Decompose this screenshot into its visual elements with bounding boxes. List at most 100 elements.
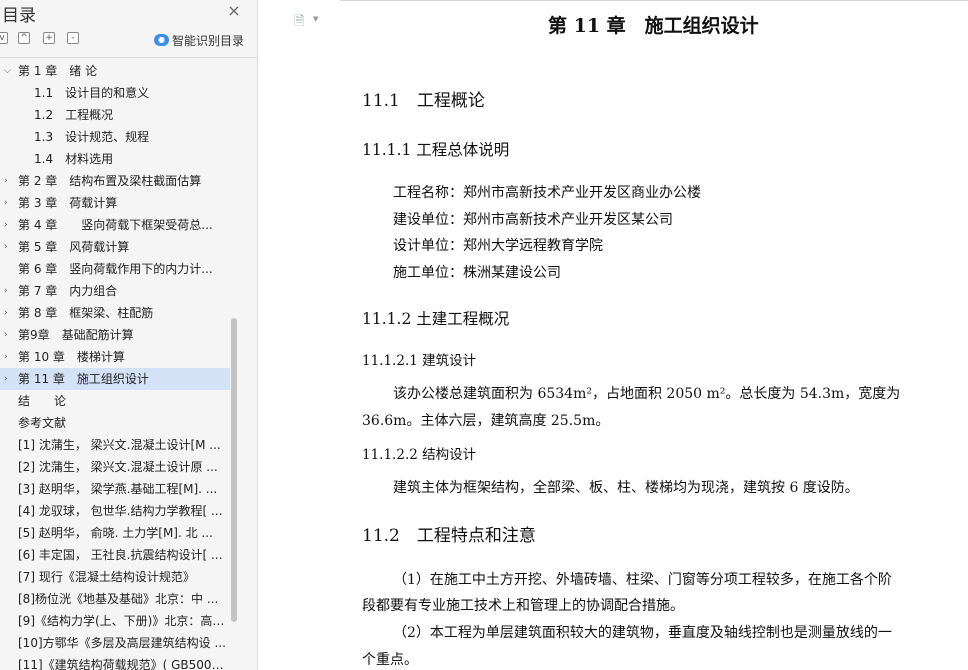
toc-item[interactable]: ⌵ 第 1 章 绪 论 (0, 60, 230, 82)
toc-item-label: [10]方鄂华《多层及高层建筑结构设 ... (18, 636, 226, 650)
toc-item-label: 第9章 基础配筋计算 (18, 328, 134, 342)
toc-item-label: 第 5 章 风荷载计算 (18, 240, 130, 254)
section-heading-11-1: 11.1 工程概论 (362, 91, 485, 111)
page-edge (340, 0, 968, 2)
toc-item[interactable]: › 第 2 章 结构布置及梁柱截面估算 (0, 170, 230, 192)
toc-item-label: 第 1 章 绪 论 (18, 64, 98, 78)
toc-item[interactable]: › 第 10 章 楼梯计算 (0, 346, 230, 368)
feature2-line2: 个重点。 (362, 652, 418, 668)
chevron-right-icon[interactable]: › (4, 346, 14, 368)
toc-item-label: [7] 现行《混凝土结构设计规范》 (18, 570, 195, 584)
toc-header: 目录 × (0, 0, 258, 27)
section-heading-11-1-2-1: 11.1.2.1 建筑设计 (362, 353, 477, 369)
toc-item-label: 第 8 章 框架梁、柱配筋 (18, 306, 154, 320)
close-icon[interactable]: × (226, 2, 242, 20)
toc-item[interactable]: 第 6 章 竖向荷载作用下的内力计... (0, 258, 230, 280)
collapse-up-icon[interactable]: ^ (18, 32, 30, 44)
toc-item[interactable]: 结 论 (0, 390, 230, 412)
chevron-right-icon[interactable]: › (4, 236, 14, 258)
toc-item-label: [11]《建筑结构荷载规范》( GB500 ... (18, 658, 226, 670)
toc-item[interactable]: › 第 3 章 荷载计算 (0, 192, 230, 214)
toc-item[interactable]: › 第 4 章 竖向荷载下框架受荷总... (0, 214, 230, 236)
toc-item[interactable]: 1.3 设计规范、规程 (0, 126, 230, 148)
toc-item-label: 第 4 章 竖向荷载下框架受荷总... (18, 218, 213, 232)
toc-item[interactable]: 1.2 工程概况 (0, 104, 230, 126)
project-name: 工程名称：郑州市高新技术产业开发区商业办公楼 (393, 185, 701, 201)
smart-toc-button[interactable]: ● 智能识别目录 (154, 31, 244, 49)
toc-item-label: 1.4 材料选用 (34, 152, 114, 166)
toc-item-label: 1.3 设计规范、规程 (34, 130, 150, 144)
remove-heading-icon[interactable]: - (67, 32, 79, 44)
document-icon[interactable]: 🗎 (294, 12, 306, 29)
toc-item[interactable]: [11]《建筑结构荷载规范》( GB500 ... (0, 654, 230, 670)
toc-item[interactable]: [7] 现行《混凝土结构设计规范》 (0, 566, 230, 588)
feature2-line1: （2）本工程为单层建筑面积较大的建筑物，垂直度及轴线控制也是测量放线的一 (393, 625, 892, 641)
toc-item-label: 第 6 章 竖向荷载作用下的内力计... (18, 262, 213, 276)
toc-item[interactable]: [4] 龙驭球， 包世华.结构力学教程[ ... (0, 500, 230, 522)
toc-item[interactable]: 1.1 设计目的和意义 (0, 82, 230, 104)
toc-item-label: [5] 赵明华， 俞晓. 土力学[M]. 北 ... (18, 526, 213, 540)
toc-item[interactable]: 参考文献 (0, 412, 230, 434)
chevron-right-icon[interactable]: › (4, 192, 14, 214)
smart-toc-label: 智能识别目录 (172, 33, 245, 48)
toc-list: ⌵ 第 1 章 绪 论 1.1 设计目的和意义 1.2 工程概况 1.3 设计规范、规程… (0, 60, 230, 670)
toc-item-label: [6] 丰定国， 王社良.抗震结构设计[ ... (18, 548, 223, 562)
toc-item[interactable]: [3] 赵明华， 梁学燕.基础工程[M]. ... (0, 478, 230, 500)
toc-item-label: 1.1 设计目的和意义 (34, 86, 150, 100)
toc-sidebar: 目录 × v ^ + - ● 智能识别目录 ⌵ 第 1 章 绪 论 1.1 设计目的… (0, 0, 258, 670)
toc-item[interactable]: 1.4 材料选用 (0, 148, 230, 170)
toc-item[interactable]: [9]《结构力学(上、下册)》北京：高 ... (0, 610, 230, 632)
toc-item-label: 第 2 章 结构布置及梁柱截面估算 (18, 174, 202, 188)
toc-item-label: 第 7 章 内力组合 (18, 284, 118, 298)
check-icon[interactable]: v (0, 32, 8, 44)
toc-item-label: 参考文献 (18, 416, 67, 430)
chapter-title: 第 11 章 施工组织设计 (548, 15, 759, 37)
toc-title: 目录 (2, 6, 36, 26)
section-heading-11-2: 11.2 工程特点和注意 (362, 526, 536, 546)
construction-owner: 建设单位：郑州市高新技术产业开发区某公司 (393, 212, 673, 228)
chevron-down-icon[interactable]: ⌵ (4, 60, 14, 82)
arch-paragraph-line2: 36.6m。主体六层，建筑高度 25.5m。 (362, 413, 610, 429)
toc-item[interactable]: › 第9章 基础配筋计算 (0, 324, 230, 346)
chevron-right-icon[interactable]: › (4, 324, 14, 346)
toc-item-label: 第 3 章 荷载计算 (18, 196, 118, 210)
toc-item-label: [8]杨位洸《地基及基础》北京：中 ... (18, 592, 219, 606)
arch-paragraph-line1: 该办公楼总建筑面积为 6534m²，占地面积 2050 m²。总长度为 54.3… (393, 386, 901, 402)
chevron-right-icon[interactable]: › (4, 214, 14, 236)
toc-item-label: [2] 沈蒲生， 梁兴文.混凝土设计原 ... (18, 460, 218, 474)
toc-item[interactable]: › 第 7 章 内力组合 (0, 280, 230, 302)
feature1-line1: （1）在施工中土方开挖、外墙砖墙、柱梁、门窗等分项工程较多，在施工各个阶 (393, 572, 892, 588)
design-unit: 设计单位：郑州大学远程教育学院 (393, 238, 603, 254)
struct-paragraph: 建筑主体为框架结构，全部梁、板、柱、楼梯均为现浇，建筑按 6 度设防。 (393, 480, 859, 496)
toc-item[interactable]: › 第 8 章 框架梁、柱配筋 (0, 302, 230, 324)
toc-item[interactable]: [5] 赵明华， 俞晓. 土力学[M]. 北 ... (0, 522, 230, 544)
section-heading-11-1-2: 11.1.2 土建工程概况 (362, 310, 510, 328)
chevron-right-icon[interactable]: › (4, 302, 14, 324)
toc-item-label: 结 论 (18, 394, 67, 408)
construction-unit: 施工单位：株洲某建设公司 (393, 265, 561, 281)
add-heading-icon[interactable]: + (43, 32, 55, 44)
toc-item[interactable]: › 第 11 章 施工组织设计 (0, 368, 230, 390)
chevron-down-icon[interactable]: ▼ (313, 15, 318, 23)
toc-item[interactable]: [2] 沈蒲生， 梁兴文.混凝土设计原 ... (0, 456, 230, 478)
toc-item[interactable]: [6] 丰定国， 王社良.抗震结构设计[ ... (0, 544, 230, 566)
toc-item[interactable]: [1] 沈蒲生， 梁兴文.混凝土设计[M ... (0, 434, 230, 456)
toc-item[interactable]: [10]方鄂华《多层及高层建筑结构设 ... (0, 632, 230, 654)
chevron-right-icon[interactable]: › (4, 280, 14, 302)
toc-item-label: [9]《结构力学(上、下册)》北京：高 ... (18, 614, 226, 628)
chevron-right-icon[interactable]: › (4, 170, 14, 192)
toc-item-label: [1] 沈蒲生， 梁兴文.混凝土设计[M ... (18, 438, 221, 452)
feature1-line2: 段都要有专业施工技术上和管理上的协调配合措施。 (362, 598, 684, 614)
toc-item-label: 第 10 章 楼梯计算 (18, 350, 125, 364)
section-heading-11-1-1: 11.1.1 工程总体说明 (362, 141, 510, 159)
toc-item-label: 1.2 工程概况 (34, 108, 114, 122)
toc-item-label: 第 11 章 施工组织设计 (18, 372, 149, 386)
toc-item[interactable]: › 第 5 章 风荷载计算 (0, 236, 230, 258)
section-heading-11-1-2-2: 11.1.2.2 结构设计 (362, 447, 477, 463)
cloud-ai-icon: ● (154, 34, 169, 46)
toc-scrollbar-thumb[interactable] (231, 318, 237, 622)
toc-divider (0, 57, 258, 58)
toc-item-label: [3] 赵明华， 梁学燕.基础工程[M]. ... (18, 482, 218, 496)
toc-item[interactable]: [8]杨位洸《地基及基础》北京：中 ... (0, 588, 230, 610)
chevron-right-icon[interactable]: › (4, 368, 14, 390)
